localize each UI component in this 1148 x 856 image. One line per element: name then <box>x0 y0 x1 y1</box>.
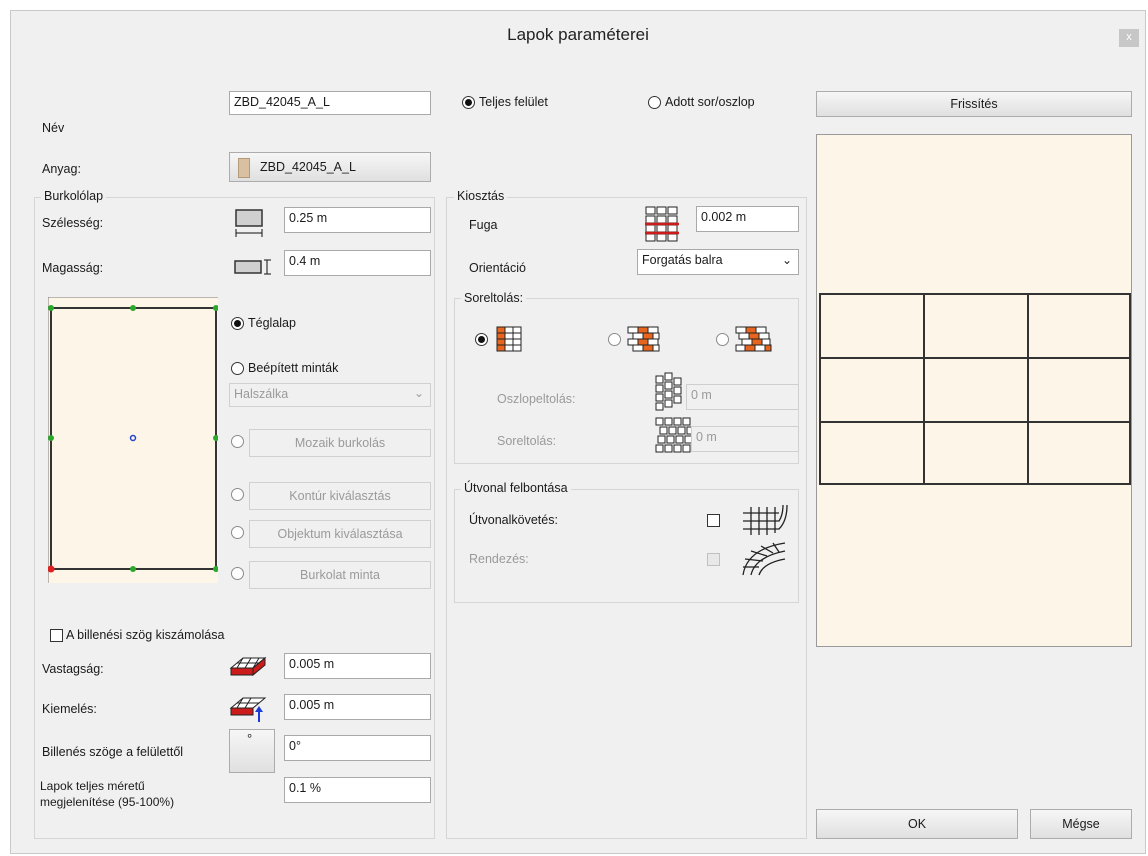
tilt-checkbox[interactable] <box>50 629 63 642</box>
chevron-down-icon: ⌄ <box>781 253 792 267</box>
builtin-patterns-label: Beépített minták <box>248 361 339 375</box>
brick-grid-icon <box>496 326 522 352</box>
tile-group-title: Burkolólap <box>41 189 107 203</box>
cancel-button[interactable]: Mégse <box>1030 809 1132 839</box>
joint-icon <box>645 206 679 242</box>
rectangle-label: Téglalap <box>248 316 296 330</box>
thickness-label: Vastagság: <box>42 662 104 676</box>
preview-tile <box>819 293 925 359</box>
pattern-select-value: Halszálka <box>234 387 289 401</box>
arrange-icon <box>742 542 786 576</box>
offset-label: Kiemelés: <box>42 702 97 716</box>
radio-offset-none[interactable] <box>475 333 488 346</box>
radio-offset-diagonal[interactable] <box>716 333 729 346</box>
mosaic-button[interactable]: Mozaik burkolás <box>249 429 431 457</box>
offset-icon <box>229 697 267 722</box>
chevron-down-icon: ⌄ <box>413 386 424 400</box>
row-offset-label: Soreltolás: <box>497 434 557 448</box>
tilt-angle-label: Billenés szöge a felülettől <box>42 745 184 759</box>
path-follow-label: Útvonalkövetés: <box>469 513 558 527</box>
tile-preview[interactable] <box>816 134 1132 647</box>
radio-contour[interactable] <box>231 488 244 501</box>
contour-button[interactable]: Kontúr kiválasztás <box>249 482 431 510</box>
brick-diagonal-offset-icon <box>735 326 772 352</box>
tile-height-icon <box>234 259 271 275</box>
width-label: Szélesség: <box>42 216 104 230</box>
preview-tile <box>923 357 1029 423</box>
full-size-label-1: Lapok teljes méretű <box>40 779 145 793</box>
path-follow-checkbox[interactable] <box>707 514 720 527</box>
joint-input[interactable]: 0.002 m <box>696 206 799 232</box>
dialog-window: Lapok paraméterei x Név ZBD_42045_A_L Te… <box>10 10 1146 854</box>
cover-pattern-button[interactable]: Burkolat minta <box>249 561 431 589</box>
row-offset-group-title: Soreltolás: <box>461 291 527 305</box>
orientation-select-value: Forgatás balra <box>642 253 723 267</box>
preview-tile <box>923 421 1029 485</box>
tile-width-icon <box>235 209 263 237</box>
thickness-input[interactable]: 0.005 m <box>284 653 431 679</box>
tilt-angle-input[interactable]: 0° <box>284 735 431 761</box>
dialog-title: Lapok paraméterei <box>507 25 649 44</box>
joint-label: Fuga <box>469 218 498 232</box>
material-button[interactable]: ZBD_42045_A_L <box>229 152 431 182</box>
radio-object[interactable] <box>231 526 244 539</box>
refresh-button[interactable]: Frissítés <box>816 91 1132 117</box>
full-size-input[interactable]: 0.1 % <box>284 777 431 803</box>
material-swatch-icon <box>238 158 250 178</box>
title-bar: Lapok paraméterei x <box>11 11 1145 59</box>
column-offset-input[interactable]: 0 m <box>686 384 799 410</box>
row-offset-input[interactable]: 0 m <box>691 426 799 452</box>
path-group-title: Útvonal felbontása <box>461 481 571 495</box>
full-size-label-2: megjelenítése (95-100%) <box>40 795 175 809</box>
preview-tile <box>1027 293 1131 359</box>
tilt-angle-button[interactable]: ° <box>229 729 275 773</box>
column-offset-icon <box>655 372 682 411</box>
offset-input[interactable]: 0.005 m <box>284 694 431 720</box>
object-button[interactable]: Objektum kiválasztása <box>249 520 431 548</box>
full-surface-label: Teljes felület <box>479 95 548 109</box>
height-input[interactable]: 0.4 m <box>284 250 431 276</box>
name-label: Név <box>42 121 65 135</box>
preview-tile <box>819 421 925 485</box>
radio-cover-pattern[interactable] <box>231 567 244 580</box>
brick-column-offset-icon <box>627 326 660 352</box>
arrange-label: Rendezés: <box>469 552 529 566</box>
layout-group-title: Kiosztás <box>454 189 508 203</box>
height-label: Magasság: <box>42 261 104 275</box>
radio-mosaic[interactable] <box>231 435 244 448</box>
radio-builtin-patterns[interactable] <box>231 362 244 375</box>
arrange-checkbox[interactable] <box>707 553 720 566</box>
orientation-select[interactable]: Forgatás balra ⌄ <box>637 249 799 275</box>
thickness-icon <box>229 656 267 677</box>
tile-outline-graphic <box>47 296 219 583</box>
orientation-label: Orientáció <box>469 261 526 275</box>
radio-offset-column[interactable] <box>608 333 621 346</box>
ok-button[interactable]: OK <box>816 809 1018 839</box>
name-input[interactable]: ZBD_42045_A_L <box>229 91 431 115</box>
preview-tile <box>1027 357 1131 423</box>
column-offset-label: Oszlopeltolás: <box>497 392 576 406</box>
material-label: Anyag: <box>42 162 81 176</box>
tile-shape-preview[interactable] <box>47 296 219 583</box>
close-button[interactable]: x <box>1119 29 1139 47</box>
tilt-checkbox-label: A billenési szög kiszámolása <box>66 628 225 642</box>
pattern-select[interactable]: Halszálka ⌄ <box>229 383 431 407</box>
degree-icon: ° <box>247 731 253 746</box>
given-row-col-label: Adott sor/oszlop <box>665 95 755 109</box>
radio-rectangle[interactable] <box>231 317 244 330</box>
width-input[interactable]: 0.25 m <box>284 207 431 233</box>
preview-tile <box>1027 421 1131 485</box>
radio-full-surface[interactable] <box>462 96 475 109</box>
preview-tile <box>819 357 925 423</box>
preview-tile <box>923 293 1029 359</box>
radio-given-row-col[interactable] <box>648 96 661 109</box>
material-value: ZBD_42045_A_L <box>260 160 356 174</box>
path-follow-icon <box>743 504 788 535</box>
